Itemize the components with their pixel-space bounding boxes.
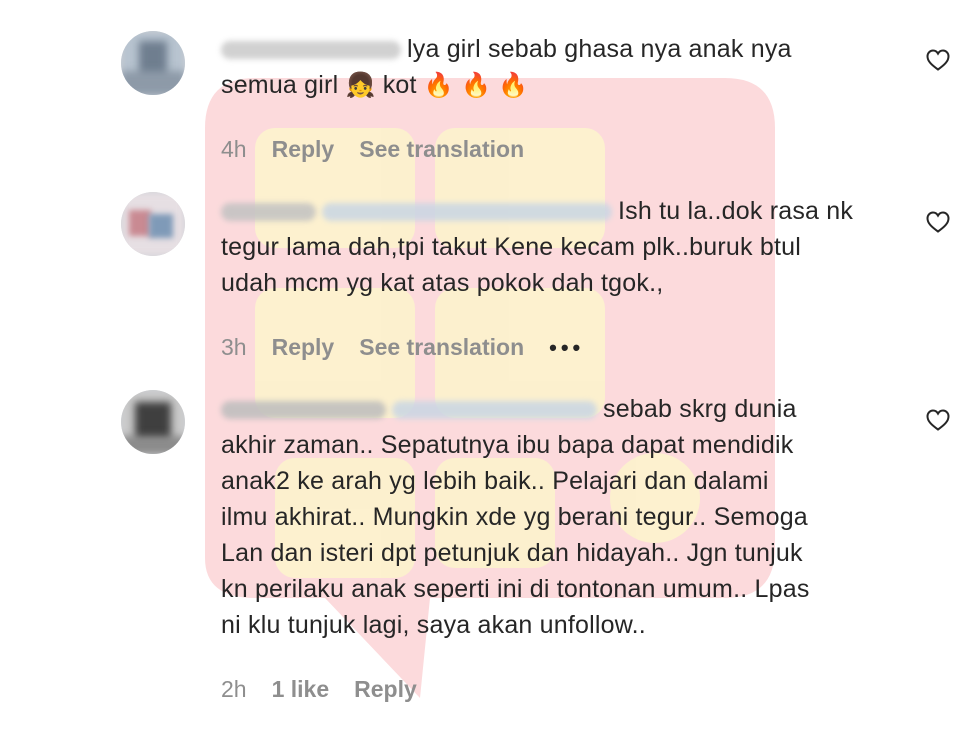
comment-line: kn perilaku anak seperti ini di tontonan… xyxy=(221,575,810,603)
fire-emoji: 🔥 xyxy=(461,71,492,99)
girl-emoji: 👧 xyxy=(345,71,376,99)
comment-time: 4h xyxy=(221,136,247,162)
likes-count[interactable]: 1 like xyxy=(272,676,330,703)
avatar[interactable] xyxy=(121,192,185,256)
comment-line: ilmu akhirat.. Mungkin xde yg berani teg… xyxy=(221,503,808,531)
comment-line: tegur lama dah,tpi takut Kene kecam plk.… xyxy=(221,233,801,261)
heart-icon[interactable] xyxy=(926,211,950,233)
comment-meta: 4h Reply See translation xyxy=(221,136,549,163)
comment-line: semua girl xyxy=(221,71,339,99)
fire-emoji: 🔥 xyxy=(498,71,529,99)
comment-line: sebab skrg dunia xyxy=(603,395,797,423)
fire-emoji: 🔥 xyxy=(423,71,454,99)
see-translation-button[interactable]: See translation xyxy=(359,334,524,361)
comment-line: udah mcm yg kat atas pokok dah tgok., xyxy=(221,269,664,297)
heart-icon[interactable] xyxy=(926,49,950,71)
comment-text: sebab skrg dunia akhir zaman.. Sepatutny… xyxy=(221,391,901,643)
comment-line: Ish tu la..dok rasa nk xyxy=(618,197,854,225)
reply-button[interactable]: Reply xyxy=(272,136,335,163)
reply-button[interactable]: Reply xyxy=(272,334,335,361)
comment-meta: 2h 1 like Reply xyxy=(221,676,442,703)
avatar[interactable] xyxy=(121,31,185,95)
see-translation-button[interactable]: See translation xyxy=(359,136,524,163)
comment-time: 2h xyxy=(221,676,247,702)
comment-text: lya girl sebab ghasa nya anak nya semua … xyxy=(221,31,901,103)
comment-meta: 3h Reply See translation ••• xyxy=(221,334,609,361)
redacted-username[interactable] xyxy=(221,41,401,60)
reply-button[interactable]: Reply xyxy=(354,676,417,703)
comment-time: 3h xyxy=(221,334,247,360)
redacted-username[interactable] xyxy=(221,203,316,222)
redacted-username[interactable] xyxy=(221,401,386,420)
comment-line: lya girl sebab ghasa nya anak nya xyxy=(407,35,792,63)
comment-line: akhir zaman.. Sepatutnya ibu bapa dapat … xyxy=(221,431,794,459)
comment-line: ni klu tunjuk lagi, saya akan unfollow.. xyxy=(221,611,646,639)
comment-line: kot xyxy=(382,71,417,99)
comment-line: Lan dan isteri dpt petunjuk dan hidayah.… xyxy=(221,539,803,567)
heart-icon[interactable] xyxy=(926,409,950,431)
comment-line: anak2 ke arah yg lebih baik.. Pelajari d… xyxy=(221,467,769,495)
avatar[interactable] xyxy=(121,390,185,454)
redacted-mention[interactable] xyxy=(392,401,597,420)
redacted-mention[interactable] xyxy=(322,203,612,222)
more-options-icon[interactable]: ••• xyxy=(549,335,584,361)
comment-text: Ish tu la..dok rasa nk tegur lama dah,tp… xyxy=(221,193,901,301)
